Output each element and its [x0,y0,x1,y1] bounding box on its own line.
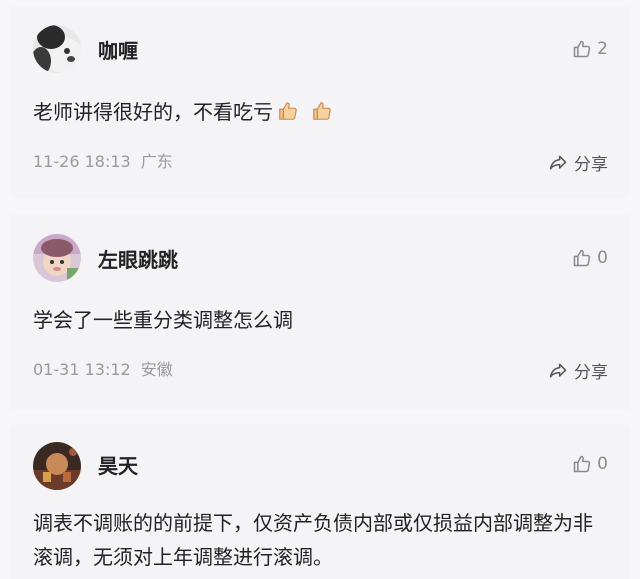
username[interactable]: 昊天 [98,454,138,478]
share-icon [549,155,567,170]
thumbs-up-icon [573,249,591,267]
like-count: 2 [597,39,608,59]
comment-card: 咖喱 2 老师讲得很好的，不看吃亏 11-26 18:13 广东 分享 [10,6,630,198]
like-button[interactable]: 0 [572,454,608,474]
avatar[interactable] [33,234,81,282]
comment-text: 老师讲得很好的，不看吃亏 [33,95,610,132]
thumbs-up-emoji [311,98,333,132]
share-label: 分享 [574,363,608,383]
comment-card: 昊天 0 调表不调账的的前提下，仅资产负债内部或仅损益内部调整为非滚调，无须对上… [10,424,630,579]
comment-card: 左眼跳跳 0 学会了一些重分类调整怎么调 01-31 13:12 安徽 分享 [10,214,630,410]
share-label: 分享 [574,155,608,175]
comment-date: 11-26 18:13 [33,152,131,171]
thumbs-up-emoji [277,98,299,132]
like-count: 0 [597,248,608,268]
username[interactable]: 咖喱 [98,39,138,63]
share-button[interactable]: 分享 [548,150,608,175]
like-button[interactable]: 2 [572,39,608,59]
share-button[interactable]: 分享 [548,358,608,383]
like-count: 0 [597,454,608,474]
like-button[interactable]: 0 [572,248,608,268]
comment-body: 老师讲得很好的，不看吃亏 [33,100,273,124]
thumbs-up-icon [573,40,591,58]
comment-date: 01-31 13:12 [33,360,131,379]
comment-location: 广东 [140,152,173,171]
comment-meta: 11-26 18:13 广东 [33,152,173,172]
comment-text: 调表不调账的的前提下，仅资产负债内部或仅损益内部调整为非滚调，无须对上年调整进行… [33,511,593,569]
comment-text: 学会了一些重分类调整怎么调 [33,308,293,332]
avatar[interactable] [33,25,81,73]
username[interactable]: 左眼跳跳 [98,248,178,272]
comment-location: 安徽 [140,360,173,379]
avatar[interactable] [33,442,81,490]
thumbs-up-icon [573,455,591,473]
comment-meta: 01-31 13:12 安徽 [33,360,173,380]
comment-list: 咖喱 2 老师讲得很好的，不看吃亏 11-26 18:13 广东 分享 左眼跳跳… [0,0,640,579]
share-icon [549,363,567,378]
